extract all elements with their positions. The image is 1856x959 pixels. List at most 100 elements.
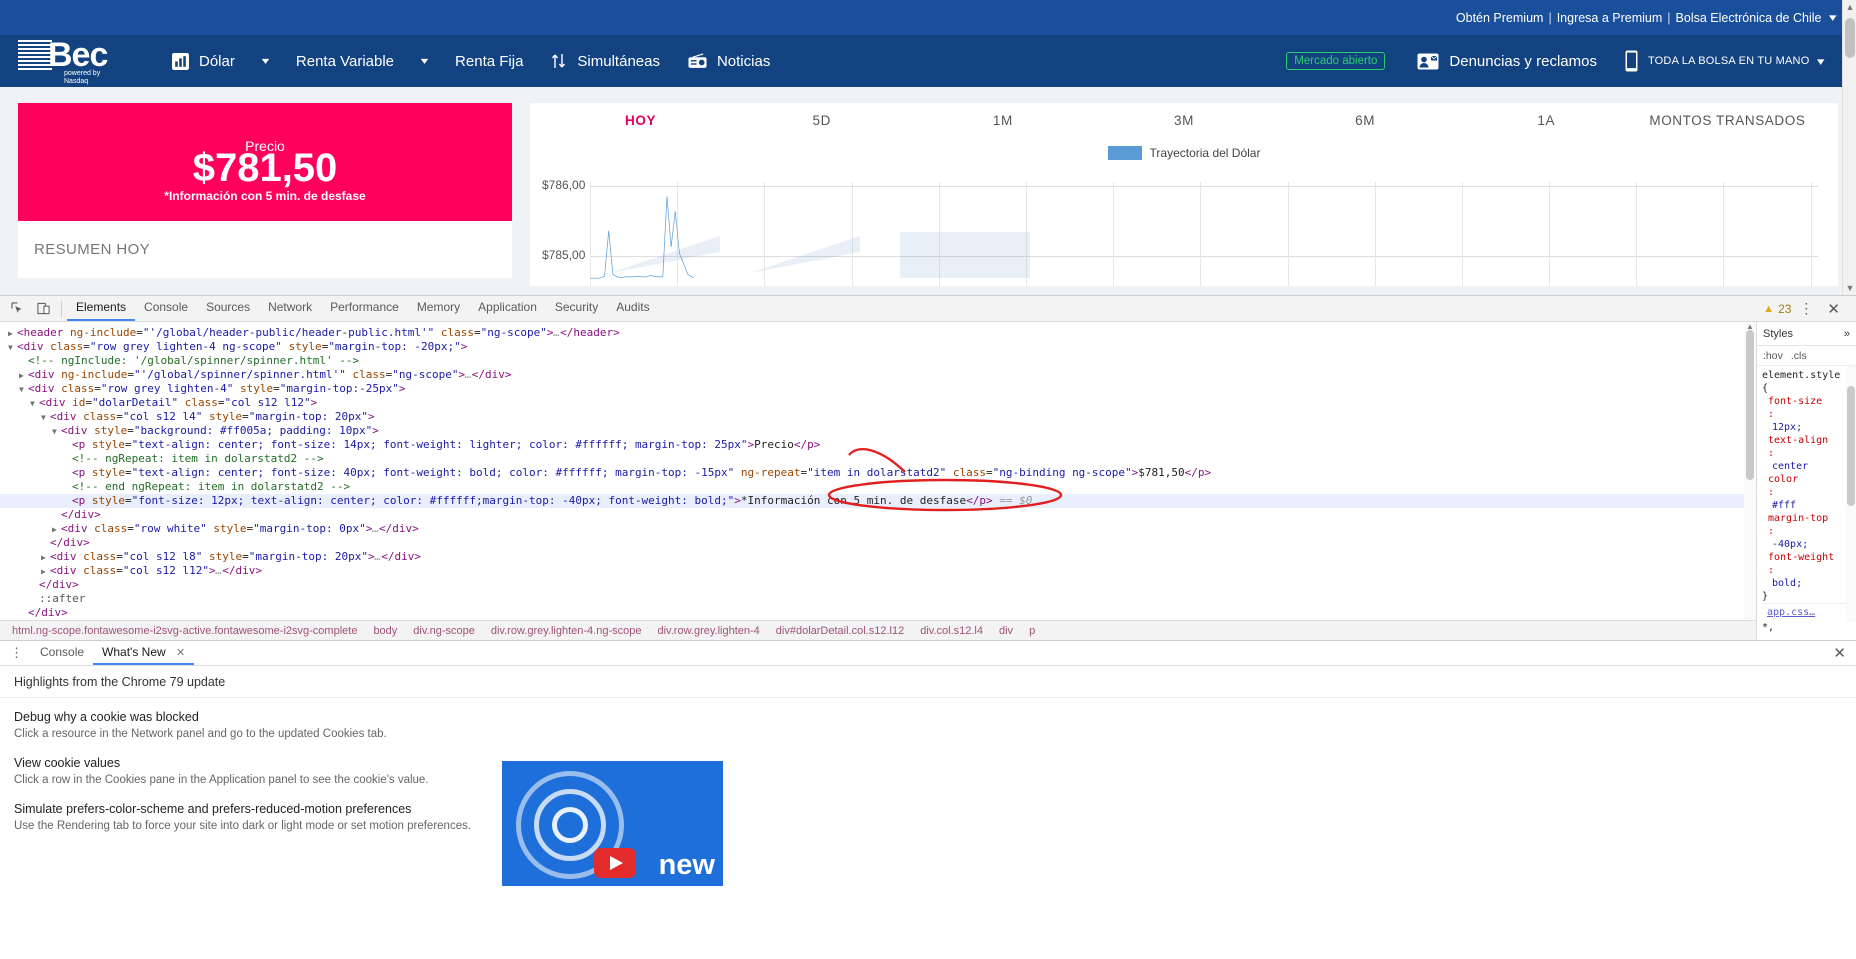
dom-tree-line[interactable]: ▶ <div ng-include="'/global/spinner/spinn…: [0, 368, 1756, 382]
caret-down-icon-renta-variable[interactable]: ▾: [400, 56, 450, 67]
nav-item-simultaneas[interactable]: Simultáneas: [537, 52, 674, 70]
nav-item-noticias[interactable]: Noticias: [674, 53, 784, 70]
chart-tab-1m[interactable]: 1M: [912, 113, 1093, 128]
whats-new-item-2-title[interactable]: Simulate prefers-color-scheme and prefer…: [14, 802, 484, 816]
styles-filter-cls[interactable]: .cls: [1791, 350, 1807, 362]
breadcrumb-item[interactable]: div: [991, 625, 1021, 637]
styles-scrollbar-thumb[interactable]: [1847, 386, 1855, 506]
whats-new-item-0-title[interactable]: Debug why a cookie was blocked: [14, 710, 484, 724]
bolsa-electronica-link[interactable]: Bolsa Electrónica de Chile: [1676, 11, 1822, 25]
scroll-down-arrow-icon[interactable]: ▼: [1843, 281, 1856, 295]
obten-premium-link[interactable]: Obtén Premium: [1456, 11, 1544, 25]
breadcrumb-item[interactable]: div.row.grey.lighten-4.ng-scope: [483, 625, 650, 637]
breadcrumb-item[interactable]: div.row.grey.lighten-4: [649, 625, 767, 637]
whats-new-video-thumbnail[interactable]: new: [502, 761, 723, 886]
dom-tree[interactable]: ▶ <header ng-include="'/global/header-pub…: [0, 322, 1756, 620]
nav-item-dolar[interactable]: Dólar: [158, 52, 249, 70]
chevron-down-icon-mobile[interactable]: ▾: [1818, 55, 1825, 68]
style-val-4[interactable]: bold;: [1762, 577, 1851, 590]
devtools-tab-network[interactable]: Network: [259, 296, 321, 321]
style-val-3[interactable]: -40px;: [1762, 538, 1851, 551]
dom-tree-line[interactable]: <p style="text-align: center; font-size:…: [0, 466, 1756, 480]
devtools-tab-sources[interactable]: Sources: [197, 296, 259, 321]
style-prop-2[interactable]: color: [1762, 473, 1851, 486]
styles-filter-hov[interactable]: :hov: [1763, 350, 1783, 362]
dom-tree-line[interactable]: ▶ <div class="col s12 l12">…</div>: [0, 564, 1756, 578]
style-prop-3[interactable]: margin-top: [1762, 512, 1851, 525]
expand-triangle-icon[interactable]: ▶: [19, 369, 28, 383]
page-scrollbar-thumb[interactable]: [1845, 18, 1855, 58]
whats-new-item-1-title[interactable]: View cookie values: [14, 756, 484, 770]
expand-triangle-icon[interactable]: ▼: [19, 383, 28, 397]
dom-tree-line[interactable]: <!-- ngInclude: '/global/spinner/spinner…: [0, 354, 1756, 368]
dom-tree-line[interactable]: ▼ <div class="row grey lighten-4 ng-scope…: [0, 340, 1756, 354]
drawer-tab-whats-new[interactable]: What's New ✕: [93, 642, 195, 665]
drawer-close-icon[interactable]: ✕: [1833, 644, 1856, 662]
dom-tree-line[interactable]: </div>: [0, 536, 1756, 550]
drawer-more-options-icon[interactable]: ⋮: [4, 645, 31, 661]
device-toolbar-icon[interactable]: [30, 297, 56, 321]
inspect-element-icon[interactable]: [4, 297, 30, 321]
devtools-tab-security[interactable]: Security: [546, 296, 607, 321]
styles-rules[interactable]: element.style { font-size : 12px; text-a…: [1757, 366, 1856, 640]
drawer-tab-console[interactable]: Console: [31, 642, 93, 665]
style-prop-0[interactable]: font-size: [1762, 395, 1851, 408]
devtools-tab-memory[interactable]: Memory: [408, 296, 469, 321]
devtools-tab-application[interactable]: Application: [469, 296, 546, 321]
dom-tree-line[interactable]: ▼ <div class="col s12 l4" style="margin-t…: [0, 410, 1756, 424]
play-button-icon[interactable]: [594, 848, 636, 878]
more-options-icon[interactable]: ⋮: [1793, 300, 1819, 317]
dom-tree-line[interactable]: <p style="font-size: 12px; text-align: c…: [0, 494, 1756, 508]
breadcrumb-item[interactable]: div.col.s12.l4: [912, 625, 991, 637]
dom-tree-line[interactable]: <!-- end ngRepeat: item in dolarstatd2 -…: [0, 480, 1756, 494]
dom-tree-line[interactable]: <!-- ngRepeat: item in dolarstatd2 -->: [0, 452, 1756, 466]
chart-tab-3m[interactable]: 3M: [1093, 113, 1274, 128]
ingresa-premium-link[interactable]: Ingresa a Premium: [1557, 11, 1663, 25]
devtools-tab-audits[interactable]: Audits: [607, 296, 658, 321]
nav-item-denuncias[interactable]: Denuncias y reclamos: [1403, 53, 1611, 70]
styles-scrollbar[interactable]: [1846, 366, 1856, 622]
chevron-right-icon[interactable]: »: [1844, 328, 1850, 340]
style-val-1[interactable]: center: [1762, 460, 1851, 473]
expand-triangle-icon[interactable]: ▼: [52, 425, 61, 439]
close-icon-whats-new-tab[interactable]: ✕: [176, 647, 185, 659]
breadcrumb-item[interactable]: html.ng-scope.fontawesome-i2svg-active.f…: [4, 625, 365, 637]
chart-tab-hoy[interactable]: HOY: [550, 113, 731, 128]
expand-triangle-icon[interactable]: ▼: [30, 397, 39, 411]
expand-triangle-icon[interactable]: ▶: [41, 551, 50, 565]
breadcrumb-item[interactable]: body: [365, 625, 405, 637]
dom-tree-line[interactable]: <p style="text-align: center; font-size:…: [0, 438, 1756, 452]
breadcrumb-item[interactable]: div.ng-scope: [405, 625, 483, 637]
style-prop-1[interactable]: text-align: [1762, 434, 1851, 447]
warning-count[interactable]: ▲ 23: [1763, 302, 1791, 316]
breadcrumb-item[interactable]: div#dolarDetail.col.s12.l12: [768, 625, 912, 637]
expand-triangle-icon[interactable]: ▶: [41, 565, 50, 579]
style-val-2[interactable]: #fff: [1762, 499, 1851, 512]
dom-tree-scrollbar-thumb[interactable]: [1746, 330, 1754, 480]
nav-item-renta-fija[interactable]: Renta Fija: [441, 53, 537, 70]
dom-tree-line[interactable]: ::after: [0, 592, 1756, 606]
nav-item-mobile[interactable]: TODA LA BOLSA EN TU MANO ▾: [1611, 50, 1838, 72]
expand-triangle-icon[interactable]: ▶: [52, 523, 61, 537]
dom-tree-line[interactable]: ▼ <div style="background: #ff005a; paddin…: [0, 424, 1756, 438]
chevron-down-icon[interactable]: ▾: [1830, 11, 1837, 24]
devtools-tab-console[interactable]: Console: [135, 296, 197, 321]
dom-tree-line[interactable]: ▶ <div class="row white" style="margin-to…: [0, 522, 1756, 536]
dom-tree-line[interactable]: ▼ <div class="row grey lighten-4" style="…: [0, 382, 1756, 396]
page-scrollbar[interactable]: ▲ ▼: [1842, 0, 1856, 295]
scroll-up-arrow-icon[interactable]: ▲: [1843, 0, 1856, 14]
devtools-tab-performance[interactable]: Performance: [321, 296, 408, 321]
caret-down-icon-dolar[interactable]: ▾: [241, 56, 291, 67]
style-prop-4[interactable]: font-weight: [1762, 551, 1851, 564]
expand-triangle-icon[interactable]: ▶: [8, 327, 17, 341]
style-source-link[interactable]: app.css…: [1762, 603, 1851, 621]
dom-tree-scrollbar[interactable]: ▲ ▼: [1744, 322, 1756, 640]
nav-item-renta-variable[interactable]: Renta Variable: [282, 53, 408, 70]
chart-tab-1a[interactable]: 1A: [1456, 113, 1637, 128]
devtools-close-icon[interactable]: ✕: [1821, 300, 1846, 318]
dom-tree-line[interactable]: ▶ <header ng-include="'/global/header-pub…: [0, 326, 1756, 340]
bec-logo[interactable]: Bec powered by Nasdaq: [18, 36, 114, 85]
dom-tree-line[interactable]: </div>: [0, 578, 1756, 592]
chart-tab-5d[interactable]: 5D: [731, 113, 912, 128]
dom-tree-line[interactable]: ▶ <div class="col s12 l8" style="margin-t…: [0, 550, 1756, 564]
